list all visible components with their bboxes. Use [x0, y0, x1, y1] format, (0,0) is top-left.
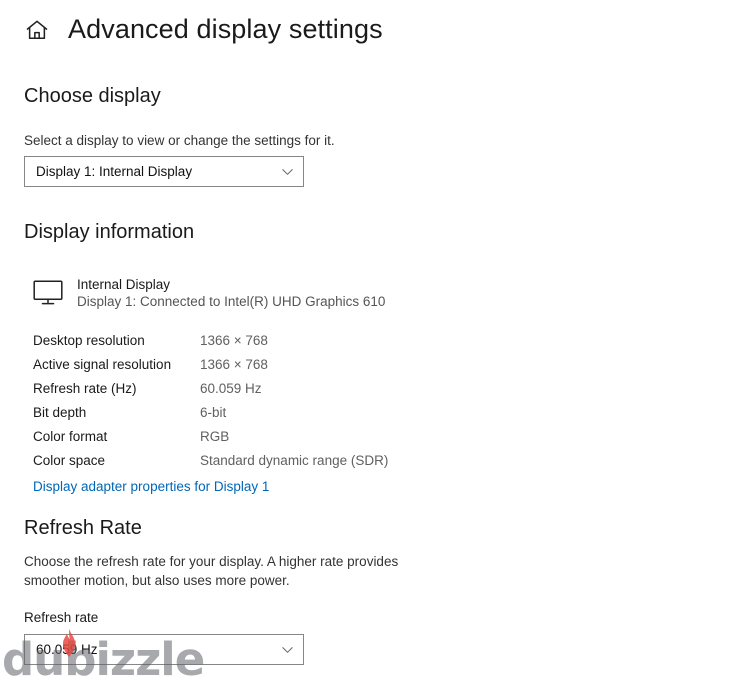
table-row: Color format RGB	[33, 424, 453, 448]
display-select-value: Display 1: Internal Display	[36, 164, 193, 179]
display-adapter-properties-link[interactable]: Display adapter properties for Display 1	[33, 479, 269, 494]
page-header: Advanced display settings	[24, 16, 383, 43]
spec-value: 6-bit	[200, 404, 227, 420]
monitor-icon	[33, 280, 63, 305]
page-title: Advanced display settings	[68, 14, 383, 44]
refresh-rate-dropdown[interactable]: 60.059 Hz	[24, 634, 304, 665]
refresh-rate-field-label: Refresh rate	[24, 610, 99, 625]
chevron-down-icon	[282, 647, 293, 653]
table-row: Refresh rate (Hz) 60.059 Hz	[33, 376, 453, 400]
table-row: Color space Standard dynamic range (SDR)	[33, 448, 453, 472]
spec-label: Desktop resolution	[33, 332, 145, 348]
spec-value: 1366 × 768	[200, 332, 268, 348]
spec-value: 60.059 Hz	[200, 380, 262, 396]
spec-value: 1366 × 768	[200, 356, 268, 372]
display-information-heading: Display information	[24, 221, 195, 243]
table-row: Desktop resolution 1366 × 768	[33, 328, 453, 352]
monitor-name: Internal Display	[77, 277, 171, 292]
refresh-rate-description: Choose the refresh rate for your display…	[24, 554, 399, 588]
table-row: Bit depth 6-bit	[33, 400, 453, 424]
display-spec-table: Desktop resolution 1366 × 768 Active sig…	[33, 328, 453, 472]
monitor-connection: Display 1: Connected to Intel(R) UHD Gra…	[77, 294, 386, 309]
home-icon[interactable]	[24, 17, 50, 43]
choose-display-heading: Choose display	[24, 85, 161, 107]
spec-label: Color format	[33, 428, 108, 444]
spec-label: Active signal resolution	[33, 356, 172, 372]
display-select-dropdown[interactable]: Display 1: Internal Display	[24, 156, 304, 187]
monitor-info-block: Internal Display Display 1: Connected to…	[33, 276, 385, 311]
spec-value: RGB	[200, 428, 230, 444]
spec-label: Color space	[33, 452, 106, 468]
chevron-down-icon	[282, 169, 293, 175]
spec-label: Bit depth	[33, 404, 87, 420]
table-row: Active signal resolution 1366 × 768	[33, 352, 453, 376]
spec-label: Refresh rate (Hz)	[33, 380, 137, 396]
refresh-rate-heading: Refresh Rate	[24, 517, 142, 539]
choose-display-description: Select a display to view or change the s…	[24, 133, 335, 148]
refresh-rate-value: 60.059 Hz	[36, 642, 98, 657]
spec-value: Standard dynamic range (SDR)	[200, 452, 389, 468]
